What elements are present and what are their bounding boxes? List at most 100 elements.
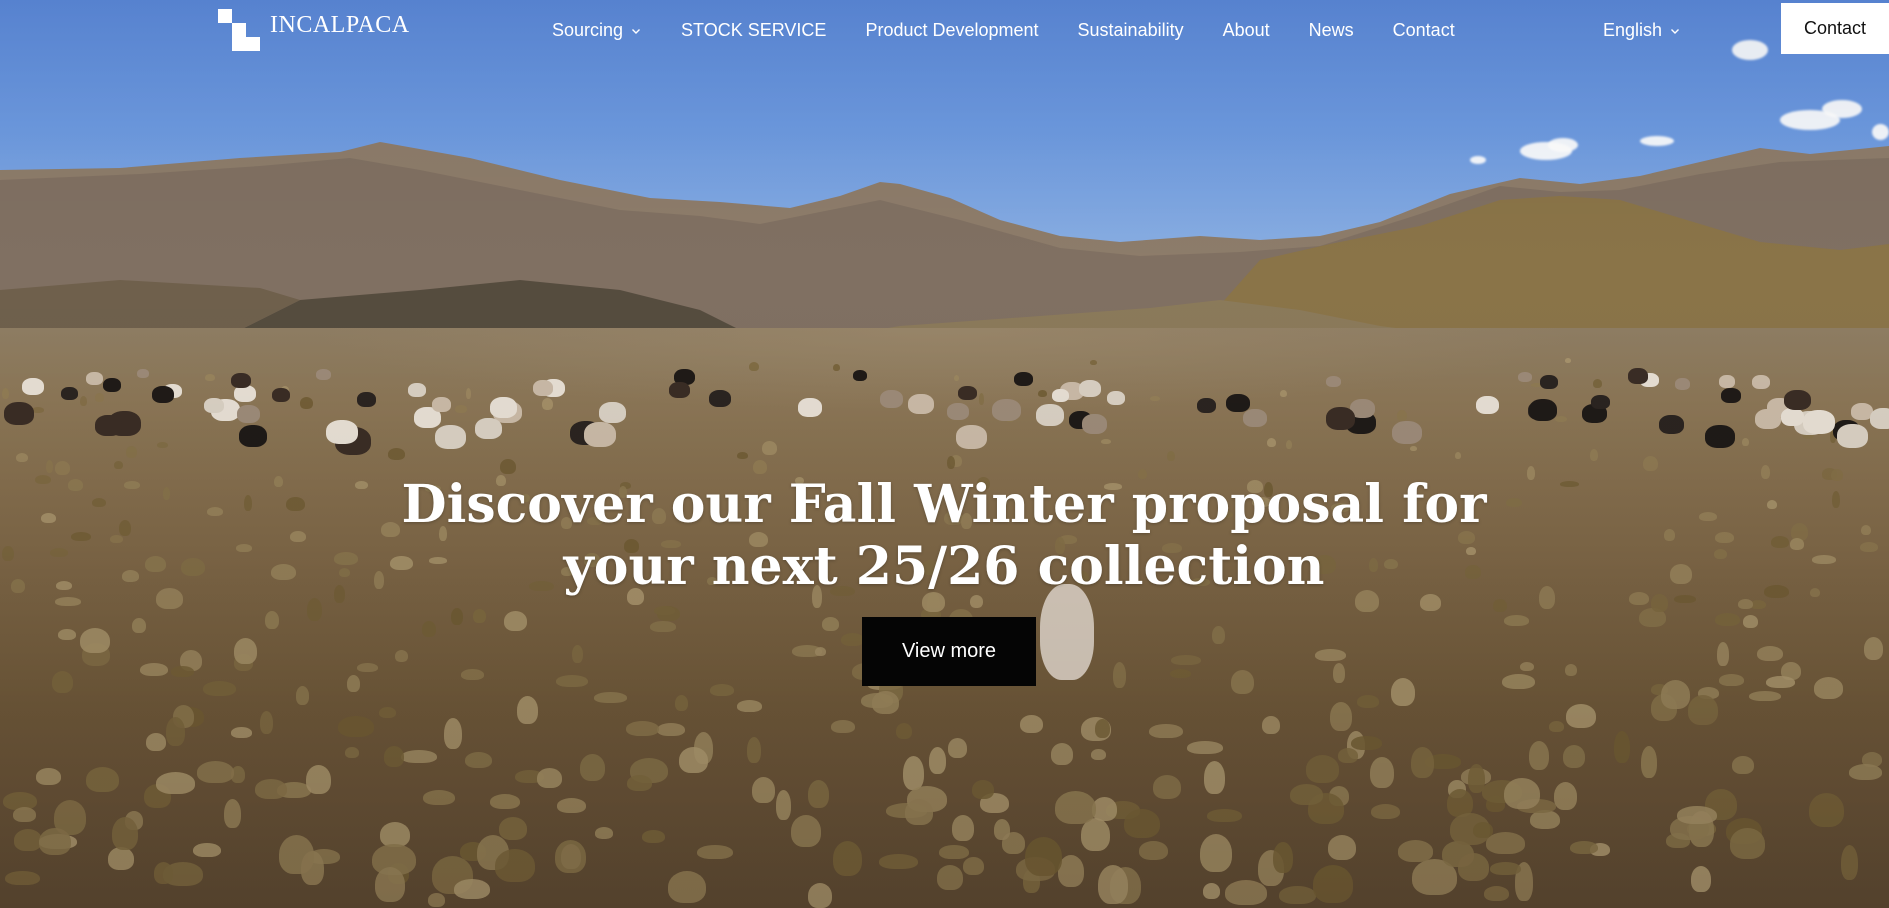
alpaca: [152, 386, 174, 403]
alpaca: [992, 399, 1021, 421]
alpaca: [1719, 375, 1735, 388]
grass-tuft: [56, 581, 72, 590]
nav-sourcing-label: Sourcing: [552, 20, 624, 40]
grass-tuft: [255, 779, 287, 799]
grass-tuft: [193, 843, 221, 857]
grass-tuft: [791, 815, 821, 847]
grass-tuft: [952, 815, 974, 841]
site-header: INCALPACA Sourcing STOCK SERVICE Product…: [0, 0, 1889, 62]
nav-stock-service[interactable]: STOCK SERVICE: [681, 20, 826, 41]
grass-tuft: [52, 671, 73, 693]
grass-tuft: [2, 546, 14, 561]
grass-tuft: [1280, 390, 1287, 397]
grass-tuft: [737, 452, 748, 459]
grass-tuft: [236, 544, 252, 552]
grass-tuft: [140, 663, 168, 676]
grass-tuft: [627, 775, 652, 791]
grass-tuft: [808, 883, 832, 908]
alpaca: [1781, 408, 1804, 426]
grass-tuft: [679, 747, 708, 773]
alpaca: [1243, 409, 1267, 427]
grass-tuft: [1861, 525, 1871, 535]
grass-tuft: [357, 663, 378, 672]
grass-tuft: [1761, 465, 1770, 479]
grass-tuft: [1124, 809, 1160, 838]
grass-tuft: [1398, 840, 1433, 862]
grass-tuft: [124, 481, 140, 489]
alpaca: [853, 370, 867, 381]
alpaca: [880, 390, 903, 408]
nav-news-label: News: [1308, 20, 1354, 40]
alpaca: [1837, 424, 1868, 448]
grass-tuft: [379, 707, 396, 718]
alpaca: [86, 372, 103, 385]
grass-tuft: [517, 696, 538, 724]
grass-tuft: [504, 611, 527, 631]
alpaca: [669, 382, 690, 398]
grass-tuft: [749, 362, 759, 371]
grass-tuft: [1563, 745, 1585, 768]
grass-tuft: [657, 723, 685, 736]
alpaca: [95, 415, 122, 436]
grass-tuft: [1391, 678, 1415, 706]
grass-tuft: [112, 817, 138, 850]
language-selector[interactable]: English: [1603, 20, 1681, 41]
grass-tuft: [1732, 756, 1754, 774]
grass-tuft: [197, 761, 234, 783]
grass-tuft: [55, 461, 70, 475]
cloud: [1822, 100, 1862, 118]
grass-tuft: [948, 738, 967, 758]
nav-about[interactable]: About: [1223, 20, 1270, 41]
grass-tuft: [145, 556, 166, 572]
alpaca: [1628, 368, 1648, 384]
view-more-button[interactable]: View more: [862, 617, 1036, 686]
grass-tuft: [156, 772, 195, 794]
alpaca: [1721, 388, 1741, 403]
grass-tuft: [1670, 564, 1692, 584]
grass-tuft: [905, 799, 933, 825]
grass-tuft: [122, 570, 139, 582]
grass-tuft: [1809, 793, 1844, 827]
grass-tuft: [557, 798, 586, 813]
grass-tuft: [1730, 828, 1765, 859]
grass-tuft: [1286, 440, 1292, 449]
grass-tuft: [1020, 715, 1043, 733]
grass-tuft: [444, 718, 462, 749]
nav-sustainability[interactable]: Sustainability: [1078, 20, 1184, 41]
grass-tuft: [1715, 532, 1734, 543]
grass-tuft: [1738, 599, 1753, 609]
grass-tuft: [747, 737, 761, 763]
grass-tuft: [939, 845, 969, 859]
grass-tuft: [461, 669, 484, 680]
nav-contact[interactable]: Contact: [1393, 20, 1455, 41]
alpaca: [947, 403, 969, 420]
contact-button[interactable]: Contact: [1781, 3, 1889, 54]
grass-tuft: [1207, 809, 1242, 822]
nav-news[interactable]: News: [1309, 20, 1354, 41]
grass-tuft: [1864, 637, 1883, 660]
grass-tuft: [1629, 592, 1649, 605]
nav-product-development[interactable]: Product Development: [865, 20, 1038, 41]
alpaca: [137, 369, 149, 378]
grass-tuft: [642, 830, 665, 843]
alpaca: [1226, 394, 1250, 412]
alpaca: [1591, 395, 1610, 409]
grass-tuft: [1290, 784, 1323, 805]
grass-tuft: [1691, 866, 1711, 892]
grass-tuft: [1212, 626, 1225, 644]
grass-tuft: [35, 475, 51, 484]
grass-tuft: [561, 844, 581, 869]
grass-tuft: [1486, 832, 1525, 854]
alpaca: [584, 422, 616, 447]
grass-tuft: [1860, 542, 1878, 552]
grass-tuft: [1371, 804, 1400, 819]
grass-tuft: [114, 461, 123, 469]
alpaca: [1675, 378, 1690, 390]
grass-tuft: [1651, 594, 1668, 612]
brand-logo[interactable]: INCALPACA: [218, 9, 410, 55]
grass-tuft: [947, 456, 955, 469]
grass-tuft: [1565, 664, 1577, 676]
grass-tuft: [626, 721, 659, 736]
nav-sourcing[interactable]: Sourcing: [552, 20, 642, 41]
grass-tuft: [1742, 438, 1749, 446]
